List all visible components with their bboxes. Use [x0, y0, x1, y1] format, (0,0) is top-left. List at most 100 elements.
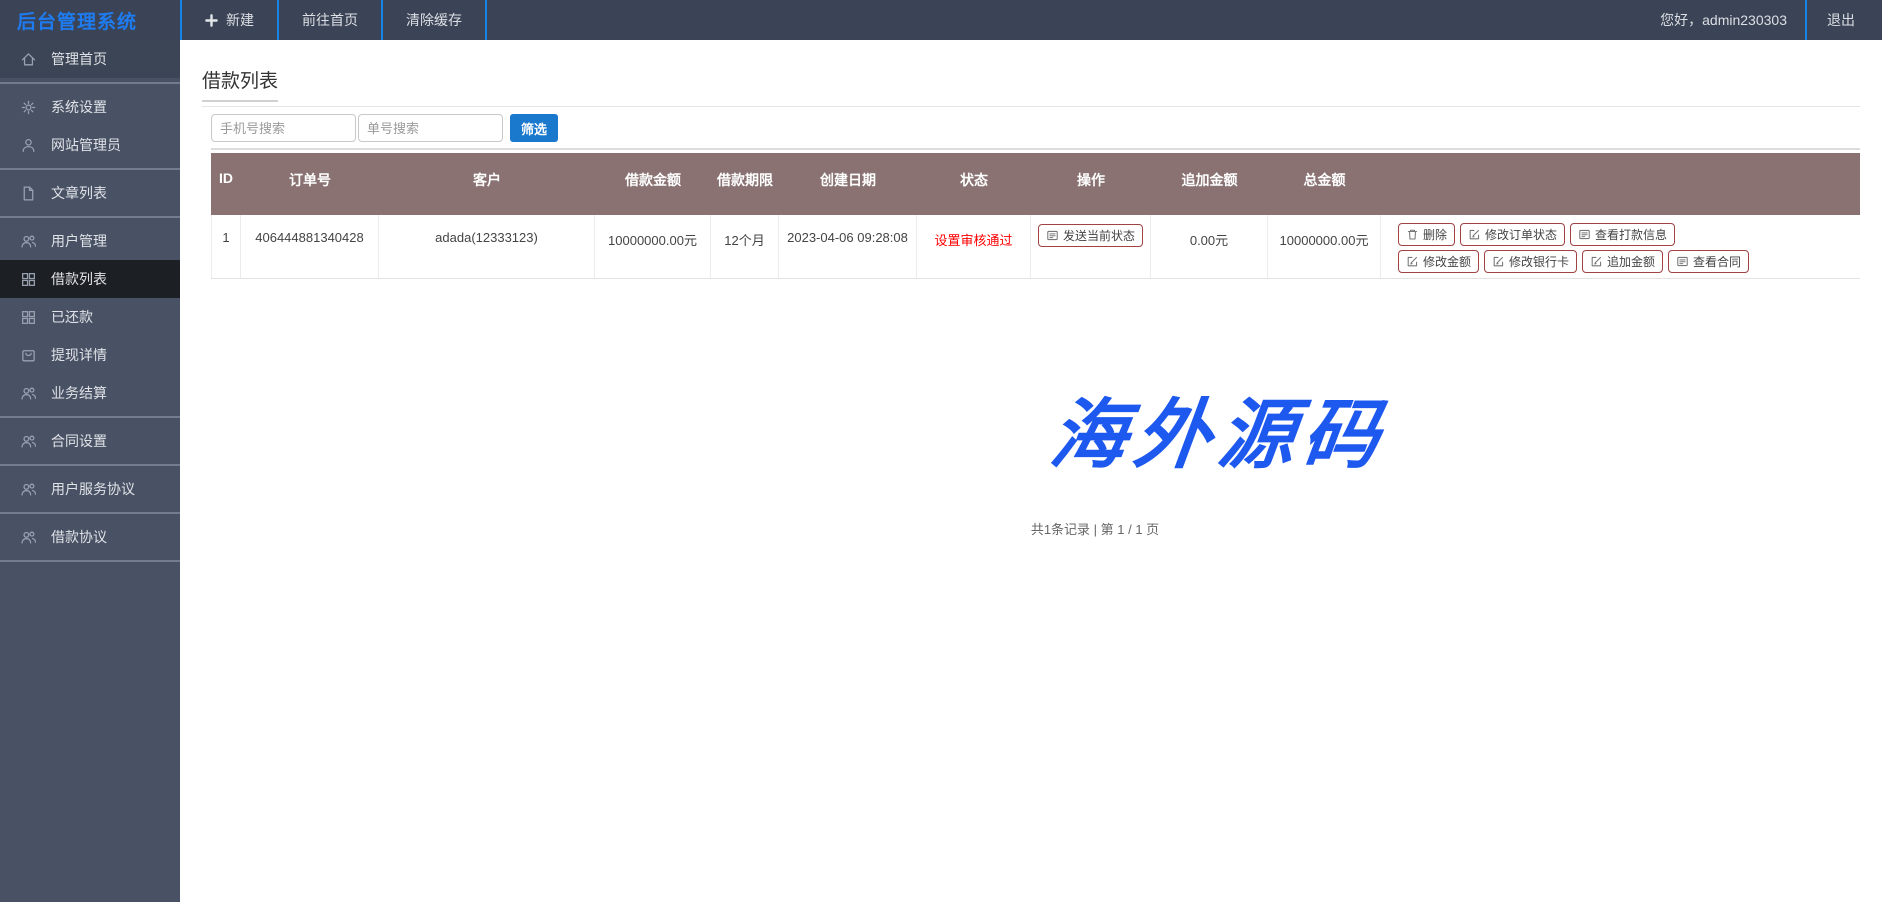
sidebar-item-label: 借款列表 — [51, 269, 107, 289]
edit-order-status-label: 修改订单状态 — [1485, 226, 1557, 243]
add-amount-button[interactable]: 追加金额 — [1582, 250, 1663, 273]
goto-home-button[interactable]: 前往首页 — [279, 0, 381, 40]
sidebar-item-label: 用户服务协议 — [51, 479, 135, 499]
col-header-operation: 操作 — [1031, 153, 1151, 215]
sidebar-group-divider — [0, 464, 180, 466]
cell-operation: 发送当前状态 — [1031, 215, 1151, 278]
edit-bank-card-button[interactable]: 修改银行卡 — [1484, 250, 1577, 273]
home-icon — [20, 51, 37, 68]
send-current-status-button[interactable]: 发送当前状态 — [1038, 224, 1143, 247]
list-icon — [1046, 229, 1059, 242]
edit-bank-card-label: 修改银行卡 — [1509, 253, 1569, 270]
action-buttons-row-2: 修改金额 修改银行卡 追加金额 查看合同 — [1398, 250, 1860, 273]
edit-amount-button[interactable]: 修改金额 — [1398, 250, 1479, 273]
cell-loan-term: 12个月 — [711, 215, 779, 278]
plus-icon — [205, 14, 218, 27]
col-header-order-no: 订单号 — [241, 153, 379, 215]
filter-button[interactable]: 筛选 — [510, 114, 558, 142]
table-row: 1 406444881340428 adada(12333123) 100000… — [211, 215, 1860, 279]
col-header-loan-term: 借款期限 — [711, 153, 779, 215]
users-icon — [20, 233, 37, 250]
users-icon — [20, 385, 37, 402]
list-icon — [1578, 228, 1591, 241]
view-payment-info-label: 查看打款信息 — [1595, 226, 1667, 243]
pagination-summary: 共1条记录 | 第 1 / 1 页 — [266, 519, 1882, 538]
cell-loan-amount: 10000000.00元 — [595, 215, 711, 278]
sidebar-group-divider — [0, 560, 180, 562]
col-header-status: 状态 — [917, 153, 1031, 215]
sidebar-item-loan-agreement[interactable]: 借款协议 — [0, 518, 180, 556]
view-contract-button[interactable]: 查看合同 — [1668, 250, 1749, 273]
sidebar-item-loan-list[interactable]: 借款列表 — [0, 260, 180, 298]
edit-icon — [1406, 255, 1419, 268]
view-payment-info-button[interactable]: 查看打款信息 — [1570, 223, 1675, 246]
file-icon — [20, 185, 37, 202]
user-icon — [20, 137, 37, 154]
goto-home-label: 前往首页 — [302, 10, 358, 30]
sidebar-item-label: 提现详情 — [51, 345, 107, 365]
delete-button[interactable]: 删除 — [1398, 223, 1455, 246]
sidebar-item-user-management[interactable]: 用户管理 — [0, 222, 180, 260]
delete-label: 删除 — [1423, 226, 1447, 243]
new-button[interactable]: 新建 — [182, 0, 277, 40]
filter-bar: 筛选 — [211, 114, 1860, 150]
gear-icon — [20, 99, 37, 116]
phone-search-input[interactable] — [211, 114, 356, 142]
sidebar-group-divider — [0, 512, 180, 514]
sidebar-item-label: 已还款 — [51, 307, 93, 327]
order-search-input[interactable] — [358, 114, 503, 142]
sidebar-group-divider — [0, 416, 180, 418]
edit-icon — [1590, 255, 1603, 268]
sidebar-group-divider — [0, 82, 180, 84]
sidebar-item-label: 用户管理 — [51, 231, 107, 251]
sidebar-item-articles[interactable]: 文章列表 — [0, 174, 180, 212]
main-content: 借款列表 筛选 ID 订单号 客户 借款金额 借款期限 创建日期 状态 操作 追… — [180, 40, 1882, 902]
status-link[interactable]: 设置审核通过 — [917, 215, 1031, 278]
clear-cache-button[interactable]: 清除缓存 — [383, 0, 485, 40]
action-buttons-row-1: 删除 修改订单状态 查看打款信息 — [1398, 223, 1860, 246]
send-current-status-label: 发送当前状态 — [1063, 227, 1135, 244]
sidebar-item-site-admins[interactable]: 网站管理员 — [0, 126, 180, 164]
edit-order-status-button[interactable]: 修改订单状态 — [1460, 223, 1565, 246]
cell-additional-amount: 0.00元 — [1151, 215, 1268, 278]
col-header-loan-amount: 借款金额 — [595, 153, 711, 215]
watermark-text: 海外源码 — [385, 397, 1882, 473]
logout-button[interactable]: 退出 — [1807, 0, 1882, 40]
col-header-customer: 客户 — [379, 153, 595, 215]
sidebar-item-business-settlement[interactable]: 业务结算 — [0, 374, 180, 412]
sidebar-item-label: 合同设置 — [51, 431, 107, 451]
cell-customer: adada(12333123) — [379, 215, 595, 278]
cell-created-date: 2023-04-06 09:28:08 — [779, 215, 917, 278]
sidebar-item-repaid[interactable]: 已还款 — [0, 298, 180, 336]
list-icon — [1676, 255, 1689, 268]
page-title-wrap: 借款列表 — [202, 66, 1860, 107]
sidebar-item-user-service-agreement[interactable]: 用户服务协议 — [0, 470, 180, 508]
cell-actions: 删除 修改订单状态 查看打款信息 — [1381, 215, 1860, 278]
sidebar-group-divider — [0, 216, 180, 218]
sidebar-item-label: 文章列表 — [51, 183, 107, 203]
clear-cache-label: 清除缓存 — [406, 10, 462, 30]
sidebar-item-label: 系统设置 — [51, 97, 107, 117]
sidebar-item-system-settings[interactable]: 系统设置 — [0, 88, 180, 126]
sidebar-item-withdrawal-details[interactable]: 提现详情 — [0, 336, 180, 374]
users-icon — [20, 481, 37, 498]
edit-amount-label: 修改金额 — [1423, 253, 1471, 270]
loan-table: ID 订单号 客户 借款金额 借款期限 创建日期 状态 操作 追加金额 总金额 … — [211, 153, 1860, 279]
edit-icon — [1468, 228, 1481, 241]
grid-icon — [20, 271, 37, 288]
top-header: 后台管理系统 新建 前往首页 清除缓存 您好，admin230303 退出 — [0, 0, 1882, 40]
sidebar-item-label: 网站管理员 — [51, 135, 121, 155]
edit-icon — [1492, 255, 1505, 268]
col-header-id: ID — [211, 153, 241, 215]
app-root: 后台管理系统 新建 前往首页 清除缓存 您好，admin230303 退出 管理… — [0, 0, 1882, 902]
sidebar-item-contract-settings[interactable]: 合同设置 — [0, 422, 180, 460]
add-amount-label: 追加金额 — [1607, 253, 1655, 270]
app-logo: 后台管理系统 — [0, 0, 180, 40]
sidebar-item-dashboard[interactable]: 管理首页 — [0, 40, 180, 78]
users-icon — [20, 433, 37, 450]
user-greeting: 您好，admin230303 — [1642, 0, 1805, 40]
sidebar-item-label: 借款协议 — [51, 527, 107, 547]
new-button-label: 新建 — [226, 10, 254, 30]
col-header-additional-amount: 追加金额 — [1151, 153, 1268, 215]
box-icon — [20, 347, 37, 364]
